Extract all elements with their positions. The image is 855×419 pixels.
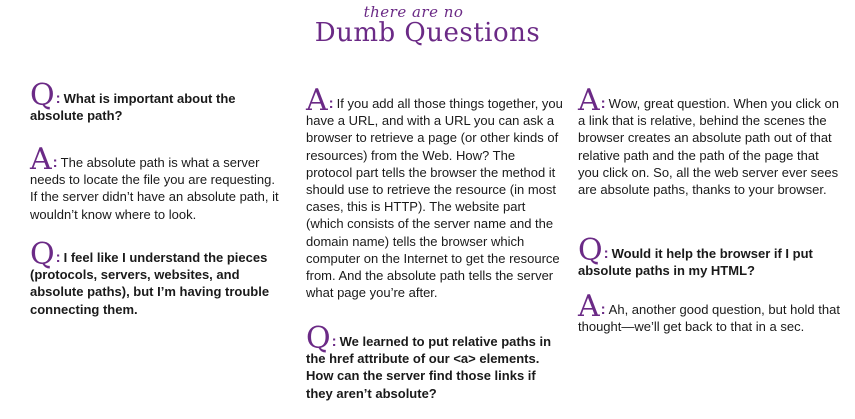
- section-header: there are no Dumb Questions: [0, 4, 855, 48]
- answer-block: A: If you add all those things together, …: [306, 86, 564, 301]
- a-mark: A: [306, 83, 328, 118]
- question-text: We learned to put relative paths in the …: [306, 334, 552, 401]
- q-mark: Q: [30, 78, 55, 113]
- colon-mark: :: [55, 90, 61, 107]
- a-mark: A: [578, 83, 600, 118]
- colon-mark: :: [603, 245, 609, 262]
- q-mark: Q: [306, 321, 331, 356]
- colon-mark: :: [328, 95, 334, 112]
- answer-text: If you add all those things together, yo…: [306, 96, 563, 301]
- header-subtitle: there are no: [363, 3, 464, 21]
- a-mark: A: [30, 142, 52, 177]
- colon-mark: :: [331, 333, 337, 350]
- answer-text: The absolute path is what a server needs…: [30, 155, 279, 222]
- question-block: Q: I feel like I understand the pieces (p…: [30, 240, 282, 318]
- a-mark: A: [578, 289, 600, 324]
- question-block: Q: What is important about the absolute p…: [30, 81, 282, 124]
- answer-block: A: The absolute path is what a server nee…: [30, 145, 282, 223]
- answer-block: A: Wow, great question. When you click on…: [578, 86, 840, 198]
- question-block: Q: Would it help the browser if I put abs…: [578, 236, 840, 279]
- colon-mark: :: [55, 249, 61, 266]
- answer-block: A: Ah, another good question, but hold th…: [578, 292, 840, 335]
- header-title: Dumb Questions: [314, 18, 541, 48]
- q-mark: Q: [30, 237, 55, 272]
- colon-mark: :: [52, 154, 58, 171]
- colon-mark: :: [600, 301, 606, 318]
- question-text: Would it help the browser if I put absol…: [578, 246, 813, 279]
- question-text: I feel like I understand the pieces (pro…: [30, 250, 270, 317]
- question-block: Q: We learned to put relative paths in th…: [306, 324, 564, 402]
- answer-text: Wow, great question. When you click on a…: [578, 96, 839, 198]
- q-mark: Q: [578, 233, 603, 268]
- answer-text: Ah, another good question, but hold that…: [578, 302, 840, 335]
- colon-mark: :: [600, 95, 606, 112]
